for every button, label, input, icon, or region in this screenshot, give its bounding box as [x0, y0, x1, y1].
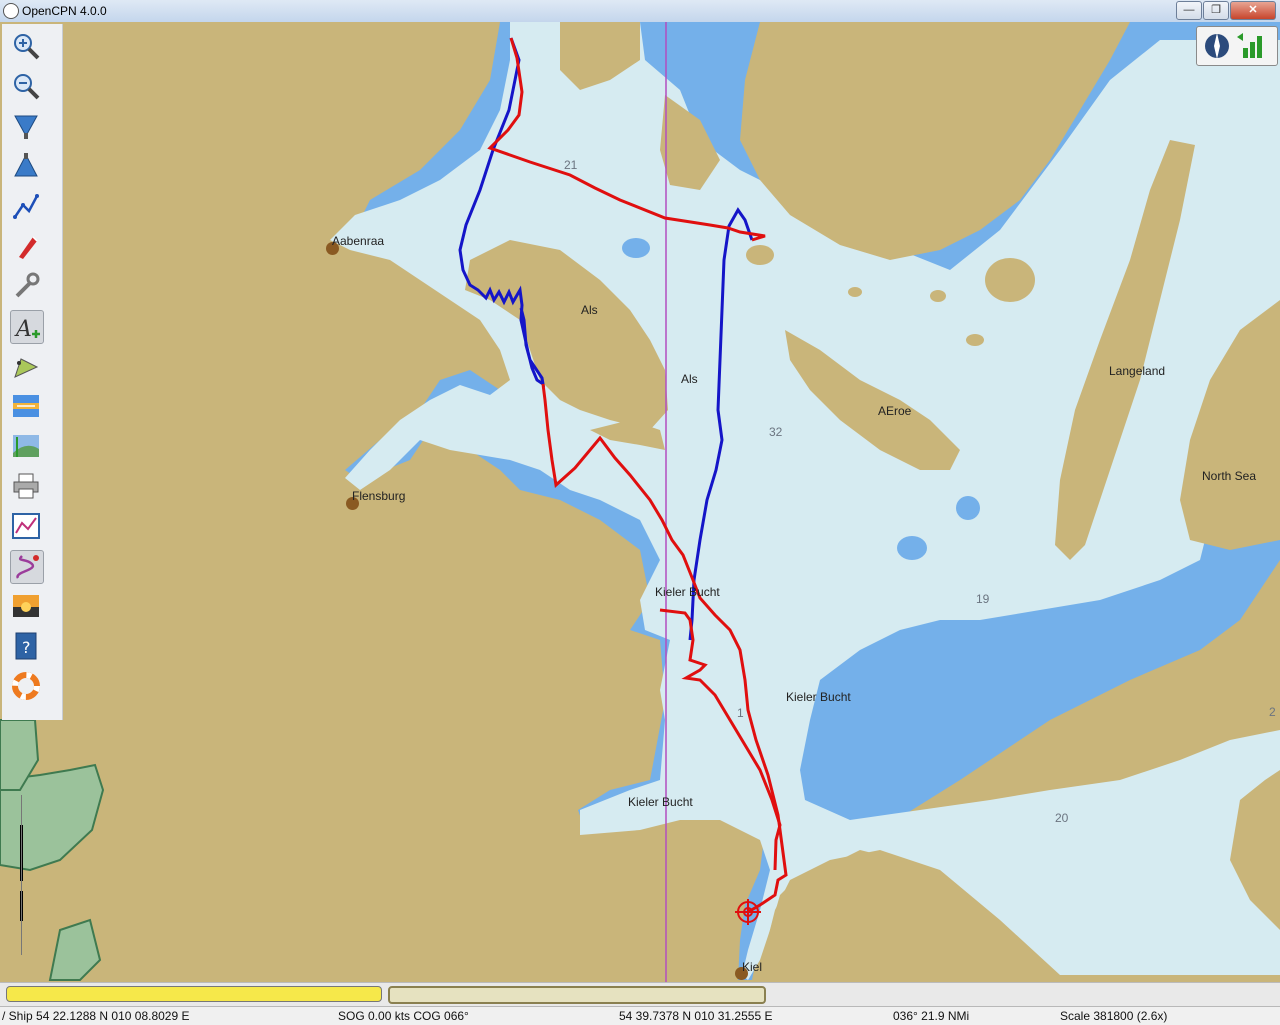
shallow-patch [897, 536, 927, 560]
islet [746, 245, 774, 265]
islet [985, 258, 1035, 302]
shallow-patch [622, 238, 650, 258]
label-aabenraa: Aabenraa [332, 234, 385, 248]
ship-position-status: / Ship 54 22.1288 N 010 08.8029 E [2, 1009, 190, 1023]
label-flensburg: Flensburg [352, 489, 406, 503]
bearing-distance-status: 036° 21.9 NMi [893, 1009, 970, 1023]
islet [848, 287, 862, 297]
chart-piano-key[interactable] [388, 986, 766, 1004]
chart-tool[interactable] [10, 510, 42, 542]
label-kieler-bucht: Kieler Bucht [655, 585, 720, 599]
main-toolbar: A ? [2, 24, 63, 720]
label-als-2: Als [681, 372, 698, 386]
chart-scale-bar [20, 795, 24, 955]
lifebuoy-icon [12, 672, 40, 700]
chart-graph-icon [12, 513, 40, 539]
chart-scale-in-icon [14, 115, 38, 139]
scale-out-tool[interactable] [10, 150, 42, 182]
help-book-icon: ? [15, 632, 37, 660]
islet [966, 334, 984, 346]
ship-follow-icon [19, 236, 38, 259]
label-langeland: Langeland [1109, 364, 1166, 378]
zoom-in-tool[interactable] [10, 30, 42, 62]
chart-piano-bar [0, 982, 1280, 1007]
printer-icon [13, 473, 39, 499]
track-tool[interactable] [10, 550, 44, 584]
depth-sounding: 19 [976, 592, 990, 606]
maximize-button[interactable]: ❐ [1203, 1, 1229, 20]
zoom-out-tool[interactable] [10, 70, 42, 102]
route-icon [13, 194, 39, 219]
cursor-position-status: 54 39.7378 N 010 31.2555 E [619, 1009, 773, 1023]
zoom-out-icon [14, 74, 40, 100]
label-kieler-bucht-3: Kieler Bucht [628, 795, 693, 809]
label-aeroe: AEroe [878, 404, 912, 418]
label-kieler-bucht-2: Kieler Bucht [786, 690, 851, 704]
depth-sounding: 2 [1269, 705, 1276, 719]
label-als: Als [581, 303, 598, 317]
auto-follow-tool[interactable] [10, 230, 42, 262]
label-north-sea: North Sea [1202, 469, 1257, 483]
current-tool[interactable] [10, 350, 42, 382]
shallow-patch [956, 496, 980, 520]
route-tool[interactable] [10, 190, 42, 222]
sog-cog-status: SOG 0.00 kts COG 066° [338, 1009, 469, 1023]
close-button[interactable]: ✕ [1230, 1, 1276, 20]
app-icon [3, 3, 19, 19]
help-tool[interactable]: ? [10, 630, 42, 662]
depth-sounding: 1 [737, 706, 744, 720]
color-scheme-tool[interactable] [10, 590, 42, 622]
sunset-icon [13, 595, 39, 617]
print-tool[interactable] [10, 470, 42, 502]
scale-status: Scale 381800 (2.6x) [1060, 1009, 1168, 1023]
window-title: OpenCPN 4.0.0 [22, 4, 107, 18]
compass-icon [1205, 33, 1262, 59]
settings-tool[interactable] [10, 270, 42, 302]
chart-canvas[interactable] [0, 22, 1280, 982]
wrench-icon [15, 272, 40, 298]
label-kiel: Kiel [742, 960, 763, 974]
chart-piano-key-active[interactable] [6, 986, 382, 1002]
mob-tool[interactable] [10, 670, 42, 702]
route-manager-tool[interactable] [10, 430, 42, 462]
depth-sounding: 32 [769, 425, 783, 439]
tide-icon [13, 395, 39, 417]
depth-sounding: 21 [564, 158, 578, 172]
text-add-icon: A [14, 317, 40, 342]
chart-map [0, 22, 1280, 982]
islet [930, 290, 946, 302]
svg-text:A: A [14, 317, 32, 342]
depth-sounding: 20 [1055, 811, 1069, 825]
scale-in-tool[interactable] [10, 110, 42, 142]
tide-tool[interactable] [10, 390, 42, 422]
track-icon [16, 555, 39, 579]
svg-text:?: ? [22, 638, 31, 657]
current-arrow-icon [14, 358, 39, 378]
route-manager-icon [13, 435, 39, 457]
minimize-button[interactable]: — [1176, 1, 1202, 20]
title-bar: OpenCPN 4.0.0 — ❐ ✕ [0, 0, 1280, 23]
text-tool[interactable]: A [10, 310, 44, 344]
chart-scale-out-icon [14, 153, 38, 177]
status-bar: / Ship 54 22.1288 N 010 08.8029 E SOG 0.… [0, 1006, 1280, 1025]
zoom-in-icon [14, 34, 40, 60]
gps-compass-widget[interactable] [1196, 26, 1278, 66]
